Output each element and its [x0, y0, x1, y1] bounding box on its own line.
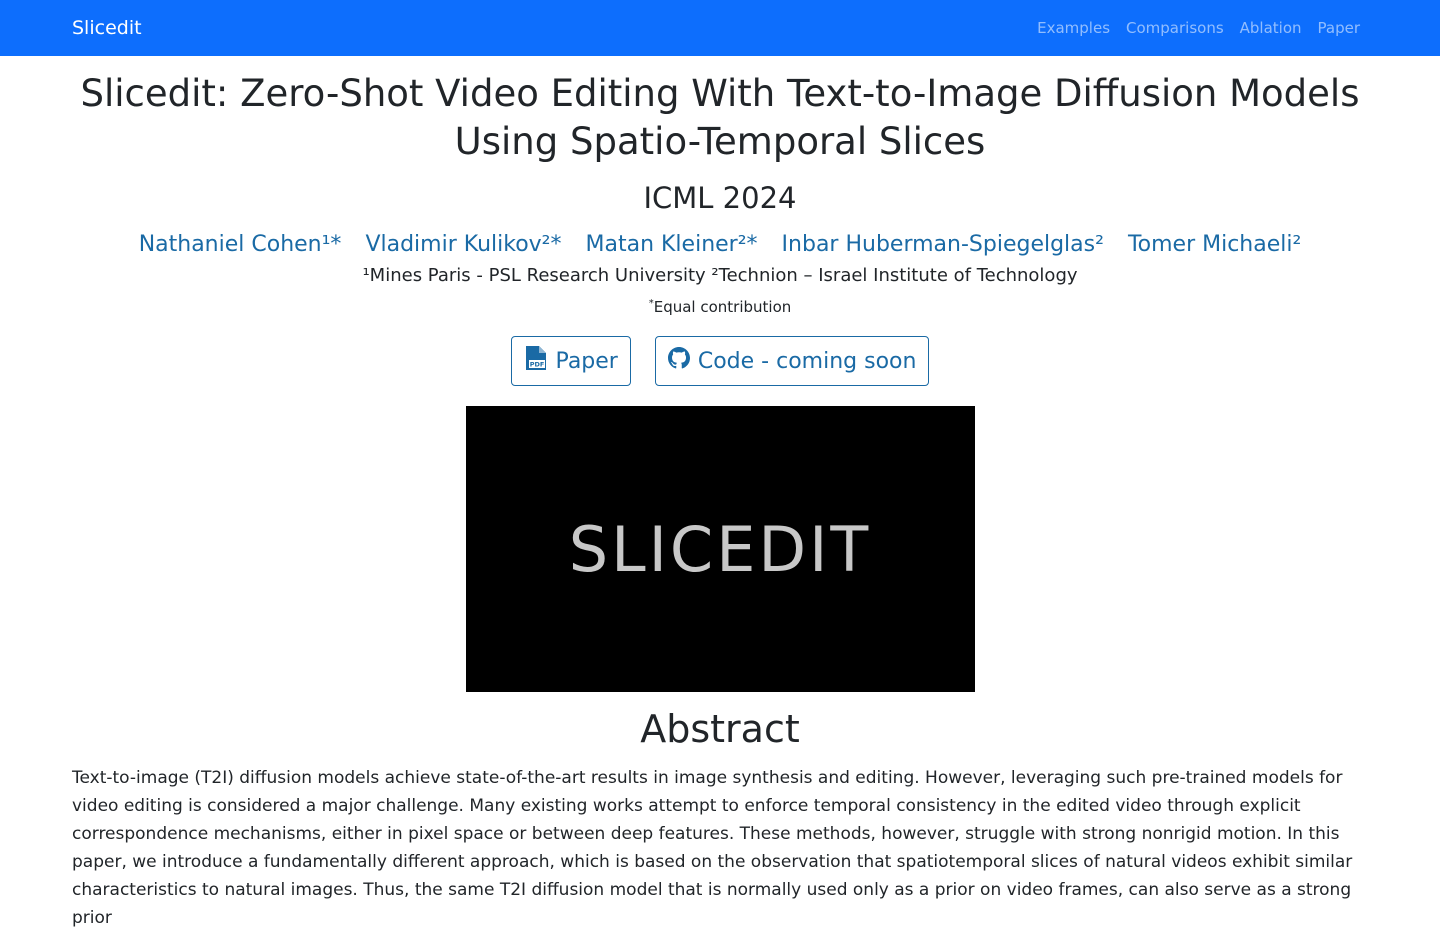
github-icon [667, 347, 690, 375]
nav-link-paper[interactable]: Paper [1318, 19, 1360, 37]
code-button-label: Code - coming soon [697, 348, 917, 374]
paper-button-label: Paper [555, 348, 618, 374]
author-link[interactable]: Nathaniel Cohen¹* [139, 232, 342, 257]
equal-contribution-note: *Equal contribution [0, 293, 1440, 318]
affiliations: ¹Mines Paris - PSL Research University ²… [362, 265, 1078, 286]
top-navbar: Slicedit Examples Comparisons Ablation P… [0, 0, 1440, 56]
link-buttons: PDF Paper Code - coming soon [0, 336, 1440, 386]
file-pdf-icon: PDF [524, 345, 548, 377]
main-content: Slicedit: Zero-Shot Video Editing With T… [0, 56, 1440, 932]
navbar-brand[interactable]: Slicedit [72, 17, 142, 39]
teaser-video[interactable]: SLICEDIT [465, 406, 975, 692]
nav-link-examples[interactable]: Examples [1037, 19, 1110, 37]
paper-button[interactable]: PDF Paper [510, 336, 631, 386]
author-link[interactable]: Inbar Huberman-Spiegelglas² [782, 232, 1104, 257]
nav-links: Examples Comparisons Ablation Paper [1037, 19, 1360, 37]
nav-link-ablation[interactable]: Ablation [1240, 19, 1302, 37]
venue: ICML 2024 [643, 181, 797, 215]
author-link[interactable]: Vladimir Kulikov²* [365, 232, 561, 257]
page-title: Slicedit: Zero-Shot Video Editing With T… [80, 72, 1360, 163]
code-button[interactable]: Code - coming soon [654, 336, 930, 386]
abstract-text: Text-to-image (T2I) diffusion models ach… [72, 768, 1353, 928]
author-list: Nathaniel Cohen¹* Vladimir Kulikov²* Mat… [0, 232, 1440, 257]
author-link[interactable]: Tomer Michaeli² [1128, 232, 1301, 257]
author-link[interactable]: Matan Kleiner²* [586, 232, 758, 257]
nav-link-comparisons[interactable]: Comparisons [1126, 19, 1224, 37]
abstract-heading: Abstract [640, 707, 800, 751]
equal-contribution-text: Equal contribution [653, 298, 792, 316]
svg-text:PDF: PDF [529, 361, 544, 369]
video-overlay-text: SLICEDIT [568, 512, 872, 586]
